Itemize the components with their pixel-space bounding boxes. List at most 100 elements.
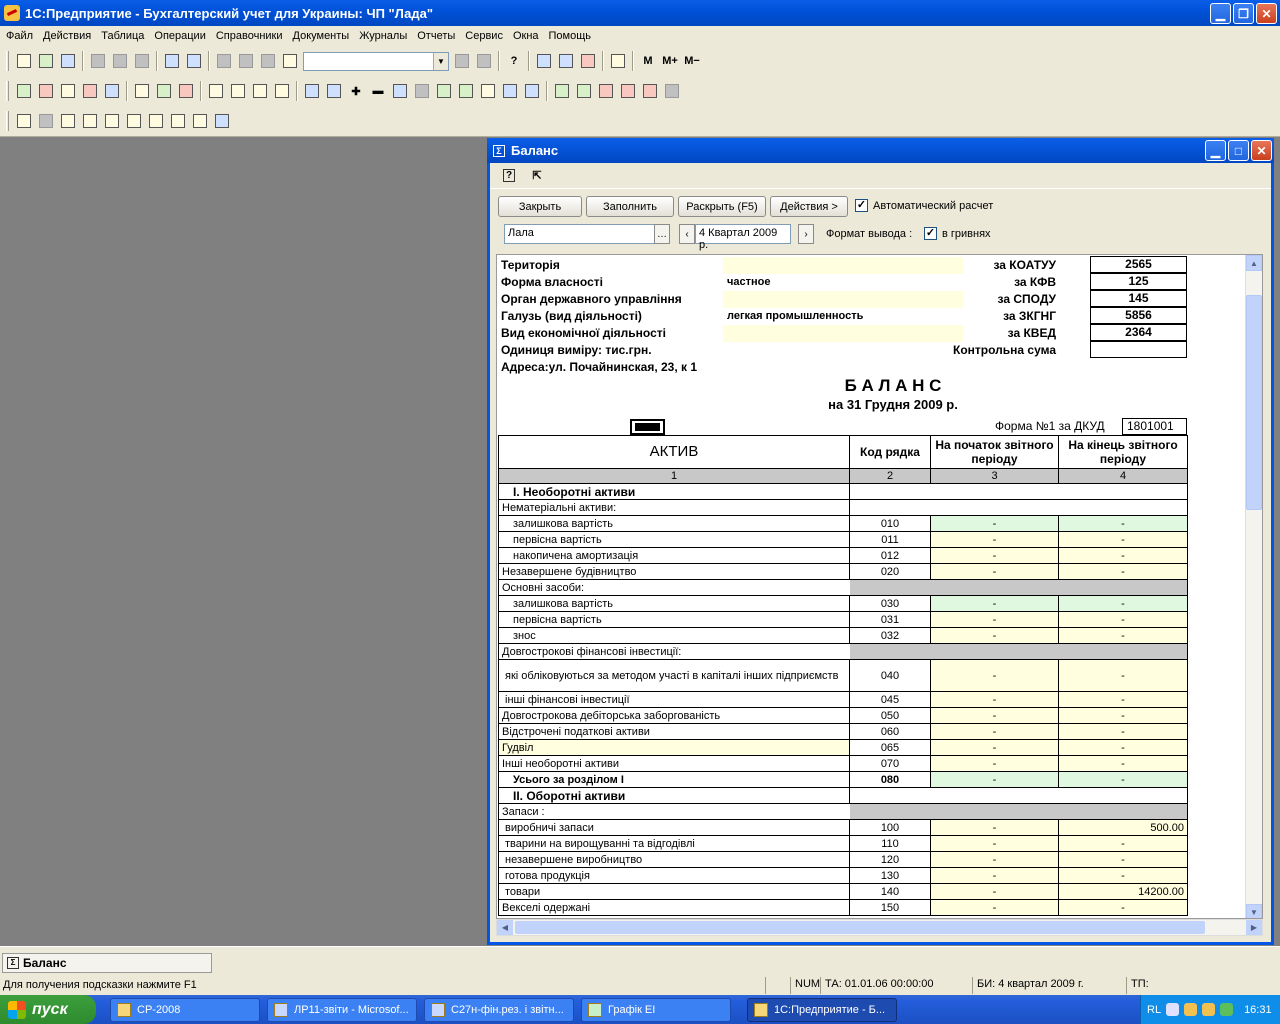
m-report-icon[interactable] xyxy=(433,80,455,102)
toolbar-grip[interactable] xyxy=(6,51,9,71)
minimize-button[interactable]: ▁ xyxy=(1210,3,1231,24)
maximize-button[interactable]: □ xyxy=(1228,140,1249,161)
value-cell-end[interactable]: - xyxy=(1058,659,1188,692)
checkbox-check-icon[interactable]: ✓ xyxy=(855,199,868,212)
select-button[interactable]: … xyxy=(654,224,670,244)
calendar-icon[interactable] xyxy=(555,50,577,72)
entries-icon[interactable] xyxy=(79,80,101,102)
print-preview-icon[interactable] xyxy=(183,50,205,72)
scroll-thumb[interactable] xyxy=(1246,295,1262,510)
value-cell-start[interactable]: - xyxy=(930,547,1059,564)
help-icon[interactable]: ? xyxy=(503,50,525,72)
value-cell-start[interactable]: - xyxy=(930,627,1059,644)
new-document-icon[interactable] xyxy=(13,50,35,72)
value-cell-end[interactable]: - xyxy=(1058,595,1188,612)
report-analysis-icon[interactable] xyxy=(101,110,123,132)
config-icon[interactable] xyxy=(661,80,683,102)
payment-icon[interactable] xyxy=(271,80,293,102)
vertical-scrollbar[interactable]: ▲ ▼ xyxy=(1245,255,1262,918)
wrench-icon[interactable] xyxy=(411,80,433,102)
find-next-icon[interactable] xyxy=(451,50,473,72)
tray-network-icon[interactable] xyxy=(1220,1003,1234,1016)
value-cell-start[interactable]: - xyxy=(930,707,1059,724)
invoice-icon[interactable] xyxy=(227,80,249,102)
value-cell-start[interactable]: - xyxy=(930,515,1059,532)
globe-icon[interactable] xyxy=(153,80,175,102)
balance-icon[interactable] xyxy=(389,80,411,102)
value-cell-start[interactable]: - xyxy=(930,755,1059,772)
menu-table[interactable]: Таблица xyxy=(97,30,150,42)
plus-icon[interactable]: ✚ xyxy=(345,80,367,102)
close-button[interactable]: ✕ xyxy=(1251,140,1272,161)
properties-icon[interactable] xyxy=(213,50,235,72)
value-cell-end[interactable]: - xyxy=(1058,531,1188,548)
value-cell-start[interactable]: - xyxy=(930,739,1059,756)
menu-references[interactable]: Справочники xyxy=(212,30,289,42)
search-combo[interactable]: ▼ xyxy=(303,51,449,71)
menu-actions[interactable]: Действия xyxy=(39,30,97,42)
currency-icon[interactable] xyxy=(175,80,197,102)
company-field[interactable]: Лала xyxy=(504,224,656,244)
open-folder-icon[interactable] xyxy=(35,50,57,72)
value-cell-end[interactable]: - xyxy=(1058,755,1188,772)
chart-of-accounts-icon[interactable] xyxy=(13,80,35,102)
taskbar-item[interactable]: Графік ЕІ xyxy=(581,998,731,1022)
value-cell-end[interactable]: - xyxy=(1058,515,1188,532)
whats-this-icon[interactable]: ⇱ xyxy=(526,165,548,187)
value-cell-start[interactable]: - xyxy=(930,771,1059,788)
menu-journals[interactable]: Журналы xyxy=(355,30,413,42)
menu-file[interactable]: Файл xyxy=(2,30,39,42)
copy-icon[interactable] xyxy=(109,50,131,72)
value-cell-end[interactable]: - xyxy=(1058,771,1188,788)
n-report-icon[interactable] xyxy=(455,80,477,102)
value-cell-start[interactable]: - xyxy=(930,819,1059,836)
value-cell-end[interactable]: - xyxy=(1058,739,1188,756)
value-cell-end[interactable]: - xyxy=(1058,611,1188,628)
value-cell-end[interactable]: 500.00 xyxy=(1058,819,1188,836)
book-icon[interactable] xyxy=(607,50,629,72)
value-cell-end[interactable]: - xyxy=(1058,867,1188,884)
waybill-icon[interactable] xyxy=(249,80,271,102)
period-field[interactable]: 4 Квартал 2009 р. xyxy=(695,224,791,251)
redo-icon[interactable] xyxy=(257,50,279,72)
menu-operations[interactable]: Операции xyxy=(150,30,211,42)
export-icon[interactable] xyxy=(521,80,543,102)
scroll-left-icon[interactable]: ◀ xyxy=(497,920,513,935)
settings-icon[interactable] xyxy=(617,80,639,102)
report-chess-icon[interactable] xyxy=(35,110,57,132)
minimize-button[interactable]: ▁ xyxy=(1205,140,1226,161)
cut-icon[interactable] xyxy=(87,50,109,72)
scroll-up-icon[interactable]: ▲ xyxy=(1246,255,1262,271)
balance-report[interactable]: Територія за КОАТУУ 2565 Форма власності… xyxy=(496,254,1263,919)
value-cell-start[interactable]: - xyxy=(930,835,1059,852)
minus-icon[interactable]: ▬ xyxy=(367,80,389,102)
operations-icon[interactable] xyxy=(35,80,57,102)
journal-icon[interactable] xyxy=(57,80,79,102)
value-cell-start[interactable]: - xyxy=(930,611,1059,628)
list-icon[interactable] xyxy=(205,80,227,102)
value-cell-start[interactable]: - xyxy=(930,563,1059,580)
start-button[interactable]: пуск xyxy=(0,995,96,1024)
taskbar-item[interactable]: СР-2008 xyxy=(110,998,260,1022)
folder-report-icon[interactable] xyxy=(477,80,499,102)
window-tab-balance[interactable]: Σ Баланс xyxy=(2,953,212,973)
value-cell-start[interactable]: - xyxy=(930,691,1059,708)
report-grid-icon[interactable] xyxy=(13,110,35,132)
menu-windows[interactable]: Окна xyxy=(509,30,545,42)
tools-icon[interactable] xyxy=(595,80,617,102)
value-cell-start[interactable]: - xyxy=(930,851,1059,868)
taskbar-item[interactable]: ЛР11-звіти - Microsof... xyxy=(267,998,417,1022)
close-button[interactable]: ✕ xyxy=(1256,3,1277,24)
checkbox-check-icon[interactable]: ✓ xyxy=(924,227,937,240)
memory-m-plus-button[interactable]: M+ xyxy=(659,50,681,72)
cell-cursor[interactable] xyxy=(630,419,665,435)
print-icon[interactable] xyxy=(161,50,183,72)
value-cell-start[interactable]: - xyxy=(930,883,1059,900)
value-cell-end[interactable]: - xyxy=(1058,627,1188,644)
tray-security-icon[interactable] xyxy=(1202,1003,1216,1016)
scroll-thumb[interactable] xyxy=(515,921,1205,934)
value-cell-end[interactable]: - xyxy=(1058,547,1188,564)
report-card-icon[interactable] xyxy=(79,110,101,132)
taskbar-item[interactable]: С27н-фін.рез. і звітн... xyxy=(424,998,574,1022)
horizontal-scrollbar[interactable]: ◀ ▶ xyxy=(496,919,1263,936)
